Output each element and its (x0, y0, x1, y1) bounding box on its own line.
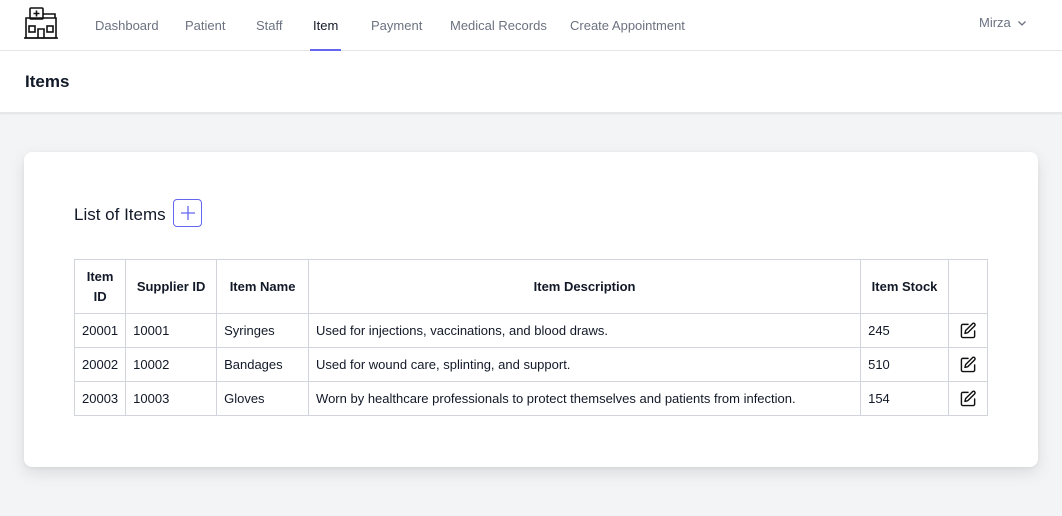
cell-actions (948, 347, 988, 382)
nav-payment[interactable]: Payment (371, 0, 422, 51)
nav-create-appointment[interactable]: Create Appointment (570, 0, 685, 51)
nav-item[interactable]: Item (309, 0, 342, 51)
page-title: Items (25, 72, 70, 91)
items-table: Item ID Supplier ID Item Name Item Descr… (73, 259, 988, 416)
column-header-item-id: Item ID (73, 259, 127, 314)
column-header-item-name: Item Name (216, 259, 310, 314)
cell-item-name: Syringes (216, 313, 310, 348)
cell-item-id: 20002 (73, 347, 127, 382)
cell-supplier-id: 10002 (125, 347, 218, 382)
column-header-actions (948, 259, 988, 314)
column-header-item-stock: Item Stock (860, 259, 949, 314)
chevron-down-icon (1017, 20, 1026, 26)
table-row: 20002 10002 Bandages Used for wound care… (73, 347, 988, 382)
user-menu[interactable]: Mirza (979, 15, 1027, 30)
nav-staff[interactable]: Staff (256, 0, 283, 51)
add-item-button[interactable] (173, 199, 202, 227)
cell-supplier-id: 10001 (125, 313, 218, 348)
hospital-icon[interactable] (23, 7, 59, 39)
cell-item-stock: 510 (860, 347, 949, 382)
cell-item-name: Gloves (216, 381, 310, 416)
nav-medical-records[interactable]: Medical Records (450, 0, 547, 51)
cell-item-description: Used for wound care, splinting, and supp… (308, 347, 862, 382)
edit-icon[interactable] (960, 356, 977, 373)
cell-actions (948, 381, 988, 416)
cell-item-id: 20003 (73, 381, 127, 416)
nav-dashboard[interactable]: Dashboard (95, 0, 159, 51)
column-header-supplier-id: Supplier ID (125, 259, 218, 314)
page-header: Items (0, 51, 1062, 113)
table-row: 20001 10001 Syringes Used for injections… (73, 313, 988, 348)
cell-actions (948, 313, 988, 348)
cell-item-name: Bandages (216, 347, 310, 382)
column-header-item-description: Item Description (308, 259, 862, 314)
edit-icon[interactable] (960, 322, 977, 339)
list-title: List of Items (74, 205, 166, 224)
table-header-row: Item ID Supplier ID Item Name Item Descr… (73, 259, 988, 314)
cell-supplier-id: 10003 (125, 381, 218, 416)
user-name: Mirza (979, 15, 1011, 30)
table-row: 20003 10003 Gloves Worn by healthcare pr… (73, 381, 988, 416)
edit-icon[interactable] (960, 390, 977, 407)
plus-icon (180, 206, 195, 220)
cell-item-description: Worn by healthcare professionals to prot… (308, 381, 862, 416)
items-card: List of Items Item ID Supplier ID Item N… (24, 152, 1038, 467)
cell-item-stock: 245 (860, 313, 949, 348)
top-navbar: Dashboard Patient Staff Item Payment Med… (0, 0, 1062, 51)
nav-patient[interactable]: Patient (185, 0, 225, 51)
cell-item-id: 20001 (73, 313, 127, 348)
cell-item-stock: 154 (860, 381, 949, 416)
cell-item-description: Used for injections, vaccinations, and b… (308, 313, 862, 348)
